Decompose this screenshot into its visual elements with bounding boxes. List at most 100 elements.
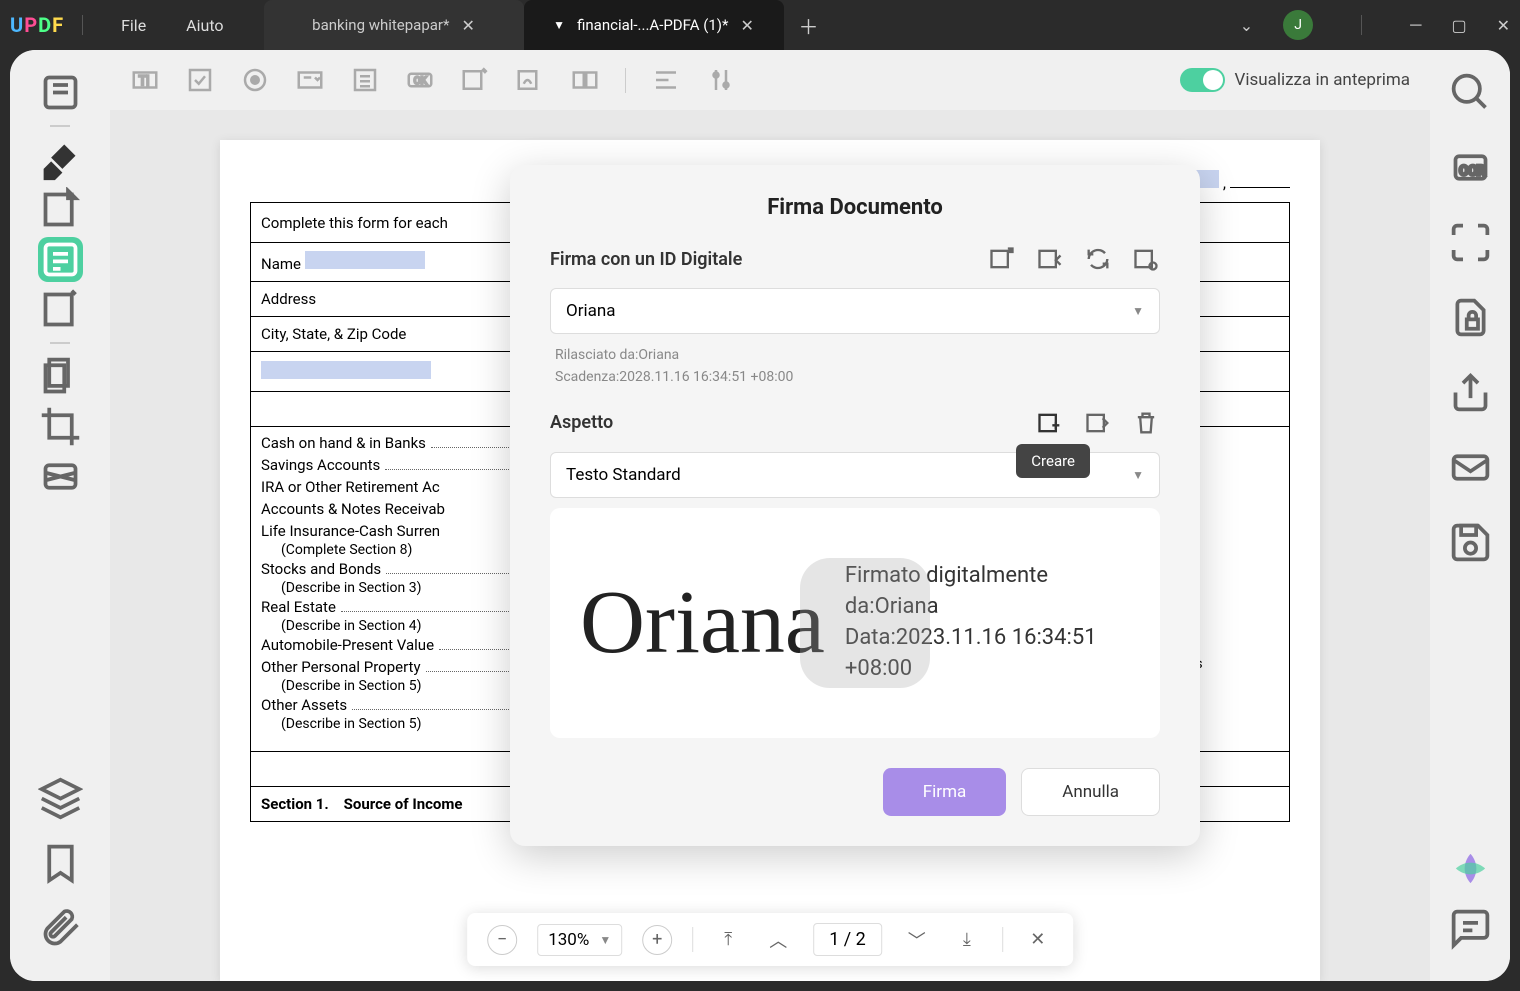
import-id-icon[interactable]: [1036, 245, 1064, 273]
asset-label: Accounts & Notes Receivab: [261, 500, 445, 518]
bookmark-icon[interactable]: [38, 841, 83, 886]
tab-close-icon[interactable]: ✕: [740, 16, 753, 35]
date-field-icon[interactable]: [570, 65, 600, 95]
compress-icon[interactable]: [1448, 220, 1493, 265]
last-page-icon[interactable]: ⤓: [952, 925, 982, 955]
chevron-down-icon: ▼: [1132, 304, 1144, 318]
page-display[interactable]: 1 / 2: [813, 923, 882, 956]
preview-toggle[interactable]: [1180, 68, 1225, 92]
edit-aspect-icon[interactable]: [1084, 409, 1112, 437]
zoom-in-icon[interactable]: +: [642, 925, 672, 955]
organize-icon[interactable]: [38, 287, 83, 332]
comma: ,: [1223, 173, 1226, 192]
highlighter-icon[interactable]: [38, 137, 83, 182]
protect-icon[interactable]: [1448, 295, 1493, 340]
expiry-text: Scadenza:2028.11.16 16:34:51 +08:00: [550, 366, 1160, 388]
user-avatar[interactable]: J: [1283, 10, 1313, 40]
aspect-label: Aspetto: [550, 412, 613, 433]
menu-file[interactable]: File: [101, 16, 166, 35]
crop-icon[interactable]: [38, 404, 83, 449]
right-sidebar: OCR: [1430, 50, 1510, 981]
title-bar: UPDF File Aiuto banking whitepapar* ✕ ▼ …: [0, 0, 1520, 50]
tab-dropdown-icon[interactable]: ▼: [553, 18, 565, 32]
close-controls-icon[interactable]: ✕: [1023, 925, 1053, 955]
text-field-icon[interactable]: T|: [130, 65, 160, 95]
ai-icon[interactable]: [1453, 851, 1488, 886]
aspect-value: Testo Standard: [566, 465, 681, 485]
divider: [50, 342, 70, 344]
id-value: Oriana: [566, 301, 615, 321]
redact-icon[interactable]: [38, 454, 83, 499]
edit-icon[interactable]: [38, 187, 83, 232]
zoom-out-icon[interactable]: −: [487, 925, 517, 955]
watermark-icon: [800, 558, 930, 688]
minimize-icon[interactable]: ─: [1410, 15, 1421, 35]
sign-button[interactable]: Firma: [883, 768, 1006, 816]
signature-name: Oriana: [580, 571, 825, 674]
form-toolbar: T| OK Visualizza in anteprima: [110, 50, 1430, 110]
divider: [1361, 15, 1362, 35]
close-window-icon[interactable]: ✕: [1497, 16, 1510, 35]
app-logo: UPDF: [10, 13, 64, 37]
asset-label: Savings Accounts: [261, 456, 380, 474]
tab-inactive[interactable]: banking whitepapar* ✕: [264, 0, 524, 50]
comment-icon[interactable]: [1448, 906, 1493, 951]
menu-help[interactable]: Aiuto: [166, 16, 243, 35]
prev-page-icon[interactable]: ︿: [763, 925, 793, 955]
asset-label: Other Personal Property: [261, 658, 421, 676]
new-tab-button[interactable]: ＋: [784, 0, 834, 50]
next-page-icon[interactable]: ﹀: [902, 925, 932, 955]
form-icon[interactable]: [38, 237, 83, 282]
signature-dialog: Firma Documento Firma con un ID Digitale…: [510, 165, 1200, 846]
form-field[interactable]: [261, 361, 431, 379]
preview-label: Visualizza in anteprima: [1235, 70, 1411, 90]
page-controls: − 130%▼ + ⤒ ︿ 1 / 2 ﹀ ⤓ ✕: [467, 913, 1073, 966]
align-icon[interactable]: [651, 65, 681, 95]
dialog-title: Firma Documento: [550, 195, 1160, 220]
listbox-icon[interactable]: [350, 65, 380, 95]
reader-icon[interactable]: [38, 70, 83, 115]
asset-label: Cash on hand & in Banks: [261, 434, 426, 452]
attachment-icon[interactable]: [38, 906, 83, 951]
share-icon[interactable]: [1448, 370, 1493, 415]
form-field[interactable]: [305, 251, 425, 269]
first-page-icon[interactable]: ⤒: [713, 925, 743, 955]
layers-icon[interactable]: [38, 776, 83, 821]
main-area: T| OK Visualizza in anteprima ,: [110, 50, 1430, 981]
zoom-display[interactable]: 130%▼: [537, 924, 622, 956]
dialog-subtitle: Firma con un ID Digitale: [550, 249, 742, 270]
button-field-icon[interactable]: OK: [405, 65, 435, 95]
cancel-button[interactable]: Annulla: [1021, 768, 1160, 816]
ocr-icon[interactable]: OCR: [1448, 145, 1493, 190]
signature-field-icon[interactable]: [515, 65, 545, 95]
dropdown-icon[interactable]: ⌄: [1240, 16, 1253, 35]
asset-label: Real Estate: [261, 598, 336, 616]
tab-close-icon[interactable]: ✕: [461, 16, 474, 35]
tab-label: financial-...A-PDFA (1)*: [577, 16, 728, 34]
pages-icon[interactable]: [38, 354, 83, 399]
tab-label: banking whitepapar*: [312, 16, 449, 34]
add-id-icon[interactable]: [988, 245, 1016, 273]
id-dropdown[interactable]: Oriana ▼: [550, 288, 1160, 334]
refresh-icon[interactable]: [1084, 245, 1112, 273]
dropdown-field-icon[interactable]: [295, 65, 325, 95]
delete-aspect-icon[interactable]: [1132, 409, 1160, 437]
save-icon[interactable]: [1448, 520, 1493, 565]
tools-icon[interactable]: [706, 65, 736, 95]
checkbox-icon[interactable]: [185, 65, 215, 95]
search-icon[interactable]: [1448, 70, 1493, 115]
divider: [50, 125, 70, 127]
create-aspect-icon[interactable]: [1036, 409, 1064, 437]
svg-text:T|: T|: [139, 74, 150, 89]
left-sidebar: [10, 50, 110, 981]
radio-icon[interactable]: [240, 65, 270, 95]
tab-active[interactable]: ▼ financial-...A-PDFA (1)* ✕: [524, 0, 784, 50]
divider: [82, 15, 83, 35]
maximize-icon[interactable]: ▢: [1451, 16, 1466, 35]
svg-text:OCR: OCR: [1459, 164, 1485, 179]
asset-label: Life Insurance-Cash Surren: [261, 522, 440, 540]
separator: [1002, 927, 1003, 952]
view-icon[interactable]: [1132, 245, 1160, 273]
image-field-icon[interactable]: [460, 65, 490, 95]
email-icon[interactable]: [1448, 445, 1493, 490]
